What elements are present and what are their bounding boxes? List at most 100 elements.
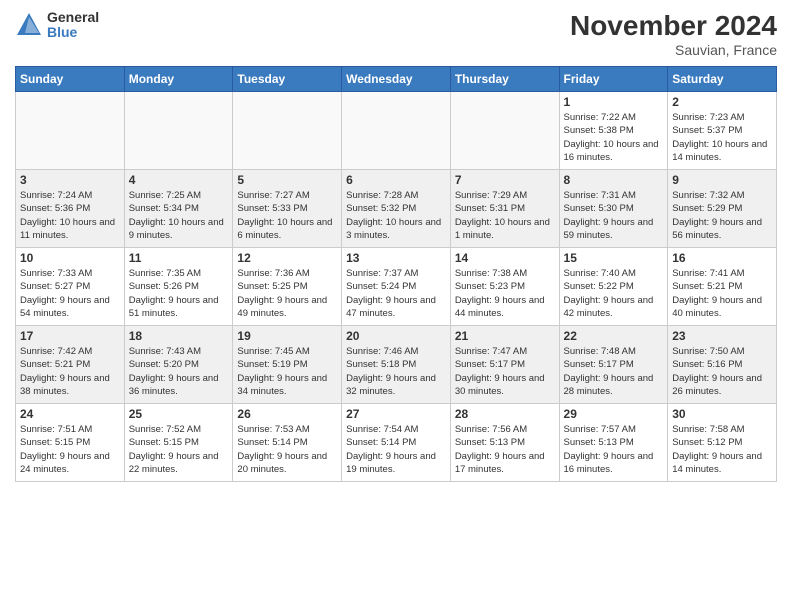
table-row xyxy=(450,92,559,170)
day-info: Sunrise: 7:53 AMSunset: 5:14 PMDaylight:… xyxy=(237,423,337,476)
table-row: 4 Sunrise: 7:25 AMSunset: 5:34 PMDaylight… xyxy=(124,170,233,248)
col-sunday: Sunday xyxy=(16,67,125,92)
day-info: Sunrise: 7:58 AMSunset: 5:12 PMDaylight:… xyxy=(672,423,772,476)
day-info: Sunrise: 7:22 AMSunset: 5:38 PMDaylight:… xyxy=(564,111,664,164)
day-number: 15 xyxy=(564,251,664,265)
table-row: 22Sunrise: 7:48 AMSunset: 5:17 PMDayligh… xyxy=(559,326,668,404)
table-row: 19 Sunrise: 7:45 AMSunset: 5:19 PMDayligh… xyxy=(233,326,342,404)
logo-blue: Blue xyxy=(47,25,99,40)
calendar-week-3: 10 Sunrise: 7:33 AMSunset: 5:27 PMDayligh… xyxy=(16,248,777,326)
table-row: 2Sunrise: 7:23 AMSunset: 5:37 PMDaylight… xyxy=(668,92,777,170)
day-number: 9 xyxy=(672,173,772,187)
table-row: 9 Sunrise: 7:32 AMSunset: 5:29 PMDaylight… xyxy=(668,170,777,248)
day-number: 23 xyxy=(672,329,772,343)
table-row: 16Sunrise: 7:41 AMSunset: 5:21 PMDayligh… xyxy=(668,248,777,326)
day-info: Sunrise: 7:41 AMSunset: 5:21 PMDaylight:… xyxy=(672,267,772,320)
day-info: Sunrise: 7:40 AMSunset: 5:22 PMDaylight:… xyxy=(564,267,664,320)
day-info: Sunrise: 7:37 AMSunset: 5:24 PMDaylight:… xyxy=(346,267,446,320)
table-row xyxy=(124,92,233,170)
table-row: 10 Sunrise: 7:33 AMSunset: 5:27 PMDayligh… xyxy=(16,248,125,326)
day-number: 6 xyxy=(346,173,446,187)
day-info: Sunrise: 7:52 AMSunset: 5:15 PMDaylight:… xyxy=(129,423,229,476)
day-number: 19 xyxy=(237,329,337,343)
day-info: Sunrise: 7:38 AMSunset: 5:23 PMDaylight:… xyxy=(455,267,555,320)
day-info: Sunrise: 7:35 AMSunset: 5:26 PMDaylight:… xyxy=(129,267,229,320)
table-row xyxy=(342,92,451,170)
table-row: 24 Sunrise: 7:51 AMSunset: 5:15 PMDayligh… xyxy=(16,404,125,482)
day-number: 8 xyxy=(564,173,664,187)
day-number: 1 xyxy=(564,95,664,109)
day-info: Sunrise: 7:54 AMSunset: 5:14 PMDaylight:… xyxy=(346,423,446,476)
day-info: Sunrise: 7:46 AMSunset: 5:18 PMDaylight:… xyxy=(346,345,446,398)
calendar-table: Sunday Monday Tuesday Wednesday Thursday… xyxy=(15,66,777,482)
table-row: 29Sunrise: 7:57 AMSunset: 5:13 PMDayligh… xyxy=(559,404,668,482)
day-number: 11 xyxy=(129,251,229,265)
day-number: 27 xyxy=(346,407,446,421)
day-number: 24 xyxy=(20,407,120,421)
table-row xyxy=(233,92,342,170)
day-number: 30 xyxy=(672,407,772,421)
day-number: 13 xyxy=(346,251,446,265)
title-block: November 2024 Sauvian, France xyxy=(570,10,777,58)
logo: General Blue xyxy=(15,10,99,41)
col-wednesday: Wednesday xyxy=(342,67,451,92)
day-number: 5 xyxy=(237,173,337,187)
table-row xyxy=(16,92,125,170)
day-number: 26 xyxy=(237,407,337,421)
header-row: Sunday Monday Tuesday Wednesday Thursday… xyxy=(16,67,777,92)
day-number: 25 xyxy=(129,407,229,421)
day-number: 29 xyxy=(564,407,664,421)
day-info: Sunrise: 7:29 AMSunset: 5:31 PMDaylight:… xyxy=(455,189,555,242)
col-thursday: Thursday xyxy=(450,67,559,92)
table-row: 21Sunrise: 7:47 AMSunset: 5:17 PMDayligh… xyxy=(450,326,559,404)
calendar-week-2: 3 Sunrise: 7:24 AMSunset: 5:36 PMDaylight… xyxy=(16,170,777,248)
day-info: Sunrise: 7:45 AMSunset: 5:19 PMDaylight:… xyxy=(237,345,337,398)
calendar-week-1: 1 Sunrise: 7:22 AMSunset: 5:38 PMDaylight… xyxy=(16,92,777,170)
day-number: 14 xyxy=(455,251,555,265)
calendar-week-4: 17Sunrise: 7:42 AMSunset: 5:21 PMDayligh… xyxy=(16,326,777,404)
day-number: 2 xyxy=(672,95,772,109)
day-info: Sunrise: 7:24 AMSunset: 5:36 PMDaylight:… xyxy=(20,189,120,242)
day-number: 18 xyxy=(129,329,229,343)
table-row: 5 Sunrise: 7:27 AMSunset: 5:33 PMDaylight… xyxy=(233,170,342,248)
day-info: Sunrise: 7:32 AMSunset: 5:29 PMDaylight:… xyxy=(672,189,772,242)
day-info: Sunrise: 7:33 AMSunset: 5:27 PMDaylight:… xyxy=(20,267,120,320)
table-row: 17Sunrise: 7:42 AMSunset: 5:21 PMDayligh… xyxy=(16,326,125,404)
table-row: 13 Sunrise: 7:37 AMSunset: 5:24 PMDayligh… xyxy=(342,248,451,326)
table-row: 12Sunrise: 7:36 AMSunset: 5:25 PMDayligh… xyxy=(233,248,342,326)
day-info: Sunrise: 7:56 AMSunset: 5:13 PMDaylight:… xyxy=(455,423,555,476)
table-row: 18 Sunrise: 7:43 AMSunset: 5:20 PMDayligh… xyxy=(124,326,233,404)
day-number: 3 xyxy=(20,173,120,187)
day-info: Sunrise: 7:51 AMSunset: 5:15 PMDaylight:… xyxy=(20,423,120,476)
day-info: Sunrise: 7:47 AMSunset: 5:17 PMDaylight:… xyxy=(455,345,555,398)
table-row: 14 Sunrise: 7:38 AMSunset: 5:23 PMDayligh… xyxy=(450,248,559,326)
day-info: Sunrise: 7:25 AMSunset: 5:34 PMDaylight:… xyxy=(129,189,229,242)
day-info: Sunrise: 7:31 AMSunset: 5:30 PMDaylight:… xyxy=(564,189,664,242)
month-title: November 2024 xyxy=(570,10,777,42)
table-row: 8 Sunrise: 7:31 AMSunset: 5:30 PMDaylight… xyxy=(559,170,668,248)
day-number: 10 xyxy=(20,251,120,265)
page: General Blue November 2024 Sauvian, Fran… xyxy=(0,0,792,612)
day-info: Sunrise: 7:50 AMSunset: 5:16 PMDaylight:… xyxy=(672,345,772,398)
header: General Blue November 2024 Sauvian, Fran… xyxy=(15,10,777,58)
table-row: 26 Sunrise: 7:53 AMSunset: 5:14 PMDayligh… xyxy=(233,404,342,482)
calendar-week-5: 24 Sunrise: 7:51 AMSunset: 5:15 PMDayligh… xyxy=(16,404,777,482)
col-saturday: Saturday xyxy=(668,67,777,92)
day-number: 4 xyxy=(129,173,229,187)
table-row: 25 Sunrise: 7:52 AMSunset: 5:15 PMDayligh… xyxy=(124,404,233,482)
col-tuesday: Tuesday xyxy=(233,67,342,92)
day-info: Sunrise: 7:27 AMSunset: 5:33 PMDaylight:… xyxy=(237,189,337,242)
table-row: 30 Sunrise: 7:58 AMSunset: 5:12 PMDayligh… xyxy=(668,404,777,482)
table-row: 11 Sunrise: 7:35 AMSunset: 5:26 PMDayligh… xyxy=(124,248,233,326)
table-row: 6 Sunrise: 7:28 AMSunset: 5:32 PMDaylight… xyxy=(342,170,451,248)
day-info: Sunrise: 7:28 AMSunset: 5:32 PMDaylight:… xyxy=(346,189,446,242)
day-number: 7 xyxy=(455,173,555,187)
table-row: 3 Sunrise: 7:24 AMSunset: 5:36 PMDaylight… xyxy=(16,170,125,248)
day-info: Sunrise: 7:43 AMSunset: 5:20 PMDaylight:… xyxy=(129,345,229,398)
location: Sauvian, France xyxy=(570,42,777,58)
day-number: 17 xyxy=(20,329,120,343)
table-row: 28Sunrise: 7:56 AMSunset: 5:13 PMDayligh… xyxy=(450,404,559,482)
col-friday: Friday xyxy=(559,67,668,92)
day-number: 22 xyxy=(564,329,664,343)
logo-text: General Blue xyxy=(47,10,99,41)
